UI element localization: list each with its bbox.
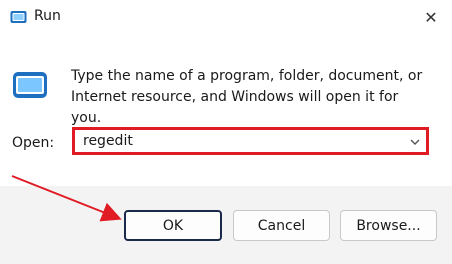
run-dialog: Run ✕ Type the name of a program, folder…: [0, 0, 452, 264]
open-input[interactable]: regedit: [83, 133, 133, 149]
open-label: Open:: [12, 135, 55, 151]
browse-button[interactable]: Browse...: [340, 210, 437, 241]
chevron-down-icon[interactable]: [408, 135, 422, 149]
title-bar[interactable]: Run ✕: [0, 0, 452, 34]
ok-button[interactable]: OK: [124, 210, 222, 241]
close-icon: ✕: [424, 7, 438, 27]
window-title: Run: [34, 8, 61, 24]
run-app-icon: [10, 11, 27, 23]
close-button[interactable]: ✕: [418, 4, 444, 30]
open-combobox[interactable]: regedit: [72, 127, 429, 155]
run-app-icon: [13, 72, 47, 98]
cancel-button[interactable]: Cancel: [233, 210, 330, 241]
run-description: Type the name of a program, folder, docu…: [71, 68, 423, 126]
